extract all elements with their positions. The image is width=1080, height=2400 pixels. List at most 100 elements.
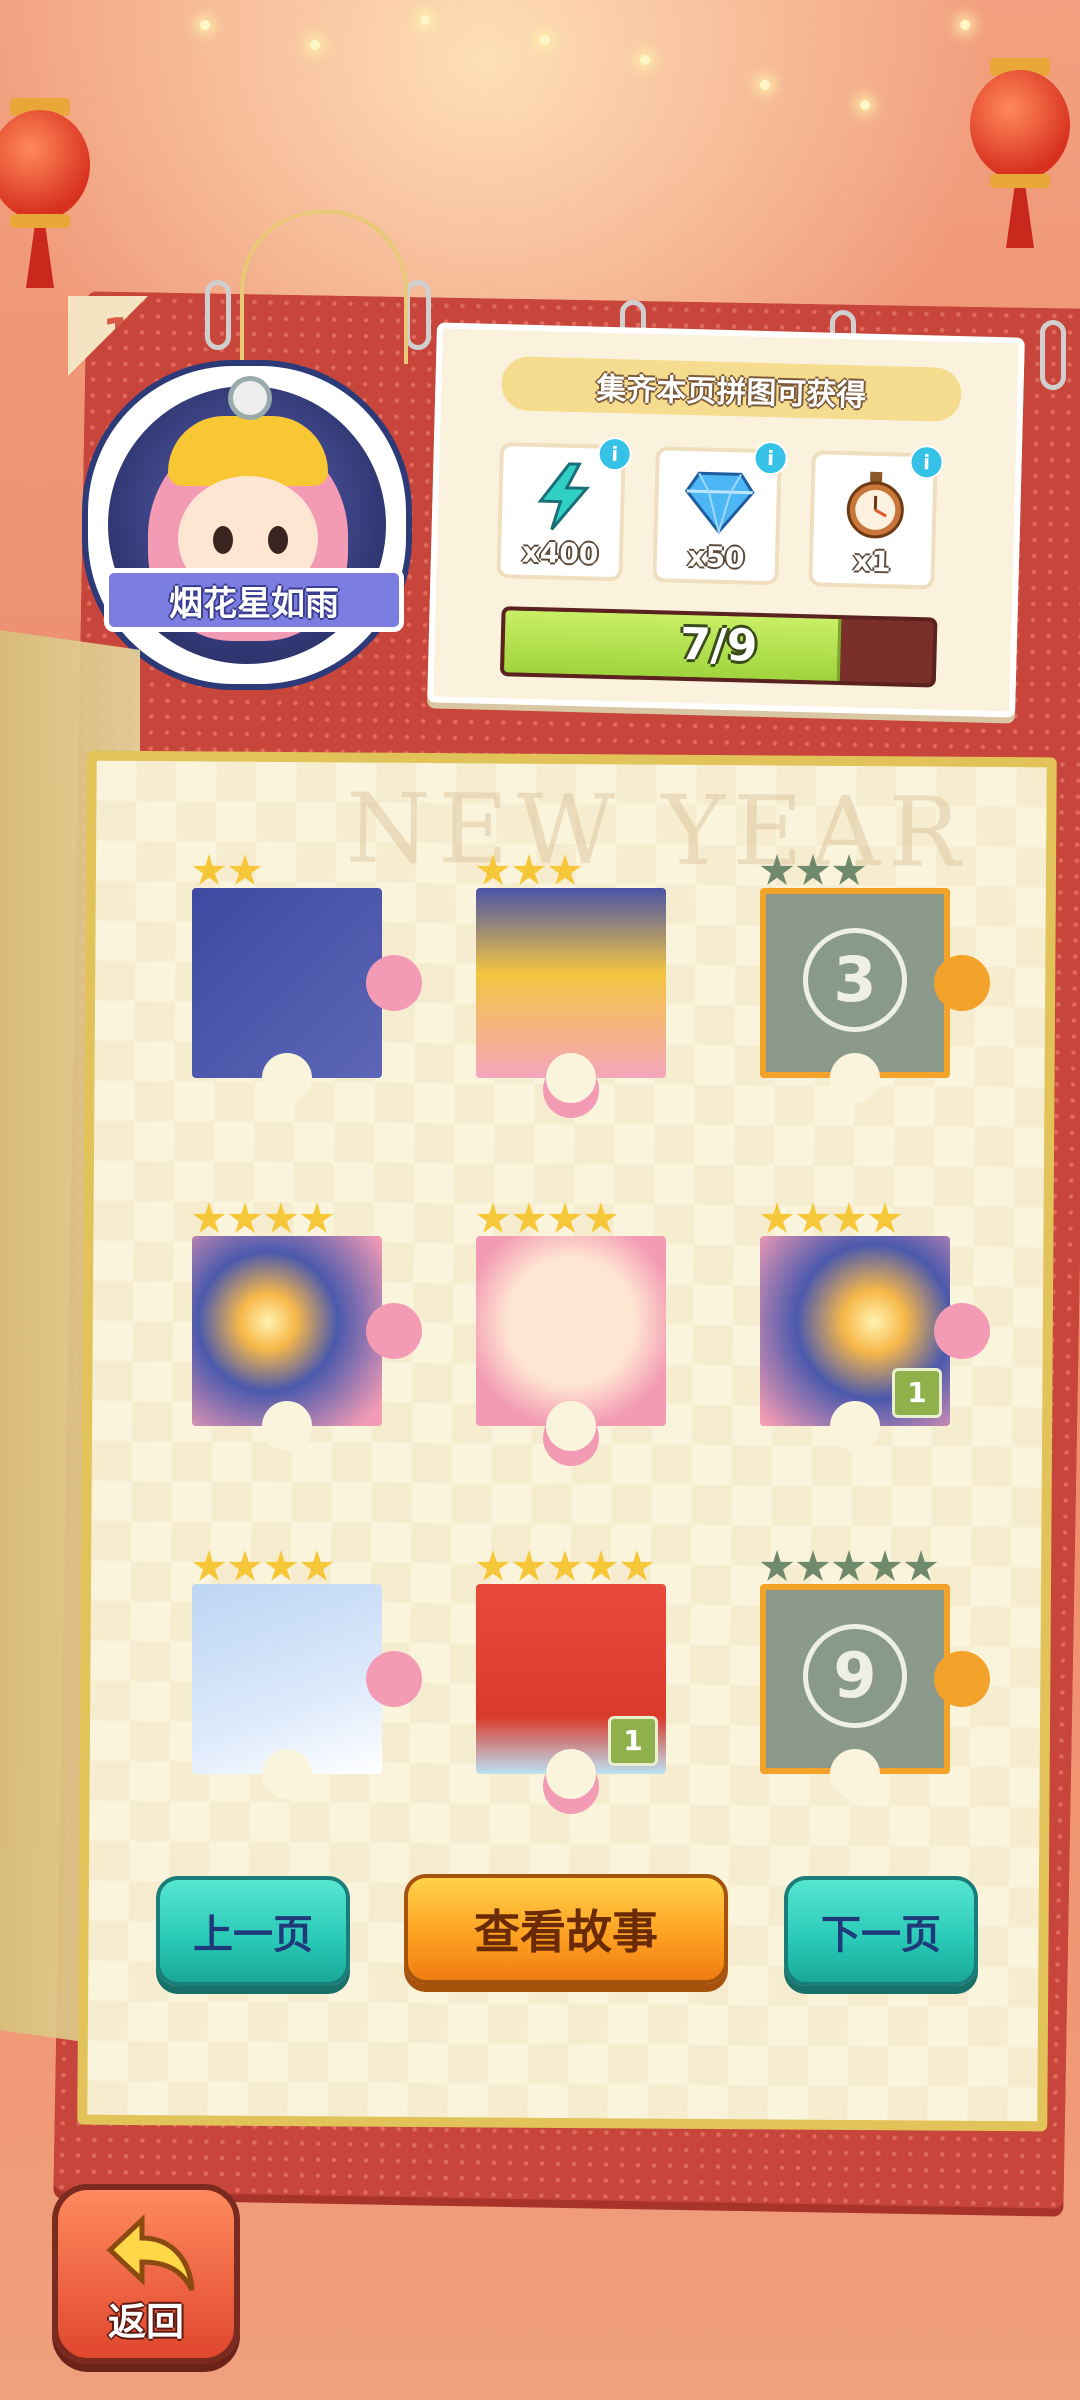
star-icon bbox=[228, 1202, 262, 1233]
puzzle-notch bbox=[262, 1749, 312, 1799]
next-page-button[interactable]: 下一页 bbox=[784, 1876, 978, 1986]
fairy-light bbox=[960, 20, 970, 30]
prev-page-button[interactable]: 上一页 bbox=[156, 1876, 350, 1986]
star-icon bbox=[904, 1550, 938, 1581]
puzzle-notch bbox=[546, 1749, 596, 1799]
puzzle-piece-3[interactable]: 3 bbox=[760, 854, 990, 1103]
locked-piece-number: 3 bbox=[803, 928, 907, 1032]
star-icon bbox=[620, 1550, 654, 1581]
star-icon bbox=[868, 1202, 902, 1233]
piece-star-rating bbox=[476, 1550, 654, 1584]
piece-star-rating bbox=[760, 854, 866, 888]
duplicate-count-badge: 1 bbox=[892, 1368, 942, 1418]
piece-star-rating bbox=[760, 1550, 938, 1584]
reward-quantity: x50 bbox=[687, 540, 745, 575]
binder-ring bbox=[405, 280, 431, 350]
puzzle-piece-4[interactable] bbox=[192, 1202, 422, 1451]
star-icon bbox=[832, 854, 866, 885]
star-icon bbox=[868, 1550, 902, 1581]
collection-progress-bar: 7/9 bbox=[499, 606, 938, 688]
piece-star-rating bbox=[476, 1202, 618, 1236]
info-icon[interactable]: i bbox=[909, 444, 945, 480]
star-icon bbox=[476, 1550, 510, 1581]
puzzle-piece-9[interactable]: 9 bbox=[760, 1550, 990, 1799]
star-icon bbox=[760, 1550, 794, 1581]
puzzle-piece-5[interactable] bbox=[476, 1202, 666, 1466]
reward-item-diamond[interactable]: x50 i bbox=[652, 440, 789, 586]
star-icon bbox=[796, 1550, 830, 1581]
reward-title: 集齐本页拼图可获得 bbox=[500, 356, 963, 423]
info-icon[interactable]: i bbox=[597, 436, 633, 472]
reward-item-energy[interactable]: x400 i bbox=[496, 436, 633, 582]
star-icon bbox=[760, 1202, 794, 1233]
star-icon bbox=[228, 854, 262, 885]
puzzle-piece-art bbox=[476, 888, 666, 1078]
reward-panel: 集齐本页拼图可获得 x400 i x50 i x1 i 7/9 bbox=[427, 322, 1025, 718]
star-icon bbox=[228, 1550, 262, 1581]
reward-quantity: x1 bbox=[852, 544, 892, 579]
album-watermark: NEW YEAR bbox=[345, 772, 969, 889]
lightning-energy-icon bbox=[537, 462, 590, 531]
puzzle-notch bbox=[830, 1401, 880, 1451]
fairy-light bbox=[860, 100, 870, 110]
puzzle-notch bbox=[262, 1053, 312, 1103]
red-lantern-right bbox=[960, 50, 1080, 248]
fairy-light bbox=[540, 35, 550, 45]
view-story-button[interactable]: 查看故事 bbox=[404, 1874, 728, 1984]
fairy-light bbox=[310, 40, 320, 50]
blue-diamond-icon bbox=[684, 471, 755, 536]
duplicate-count-badge: 1 bbox=[608, 1716, 658, 1766]
star-icon bbox=[584, 1550, 618, 1581]
puzzle-piece-7[interactable] bbox=[192, 1550, 422, 1799]
star-icon bbox=[192, 1550, 226, 1581]
badge-hole bbox=[228, 376, 272, 420]
puzzle-notch bbox=[546, 1401, 596, 1451]
puzzle-piece-1[interactable] bbox=[192, 854, 422, 1103]
fairy-light bbox=[420, 15, 430, 25]
puzzle-knob bbox=[366, 1651, 422, 1707]
star-icon bbox=[548, 854, 582, 885]
star-icon bbox=[264, 1202, 298, 1233]
red-lantern-left bbox=[0, 90, 100, 288]
star-icon bbox=[796, 1202, 830, 1233]
star-icon bbox=[476, 1202, 510, 1233]
puzzle-knob bbox=[934, 1303, 990, 1359]
star-icon bbox=[796, 854, 830, 885]
locked-piece-number: 9 bbox=[803, 1624, 907, 1728]
piece-star-rating bbox=[192, 1550, 334, 1584]
info-icon[interactable]: i bbox=[753, 440, 789, 476]
character-name-ribbon: 烟花星如雨 bbox=[104, 568, 404, 632]
reward-item-stopwatch[interactable]: x1 i bbox=[808, 444, 945, 590]
star-icon bbox=[192, 854, 226, 885]
star-icon bbox=[832, 1202, 866, 1233]
binder-ring bbox=[205, 280, 231, 350]
puzzle-knob bbox=[934, 955, 990, 1011]
star-icon bbox=[512, 1202, 546, 1233]
puzzle-piece-8[interactable]: 1 bbox=[476, 1550, 666, 1814]
back-label: 返回 bbox=[107, 2300, 184, 2344]
puzzle-piece-art bbox=[192, 888, 382, 1078]
star-icon bbox=[548, 1550, 582, 1581]
piece-star-rating bbox=[192, 1202, 334, 1236]
back-arrow-icon bbox=[106, 2214, 195, 2292]
star-icon bbox=[832, 1550, 866, 1581]
star-icon bbox=[548, 1202, 582, 1233]
puzzle-piece-art bbox=[192, 1236, 382, 1426]
puzzle-piece-6[interactable]: 1 bbox=[760, 1202, 990, 1451]
puzzle-notch bbox=[830, 1053, 880, 1103]
star-icon bbox=[192, 1202, 226, 1233]
puzzle-knob bbox=[934, 1651, 990, 1707]
back-button[interactable]: 返回 bbox=[52, 2184, 240, 2364]
fairy-light bbox=[640, 55, 650, 65]
badge-string bbox=[240, 210, 408, 364]
piece-star-rating bbox=[192, 854, 262, 888]
star-icon bbox=[512, 1550, 546, 1581]
puzzle-notch bbox=[546, 1053, 596, 1103]
fairy-light bbox=[760, 80, 770, 90]
character-badge bbox=[82, 360, 412, 690]
star-icon bbox=[476, 854, 510, 885]
reward-quantity: x400 bbox=[521, 535, 599, 571]
puzzle-piece-2[interactable] bbox=[476, 854, 666, 1118]
binder-ring bbox=[1040, 320, 1066, 390]
star-icon bbox=[584, 1202, 618, 1233]
